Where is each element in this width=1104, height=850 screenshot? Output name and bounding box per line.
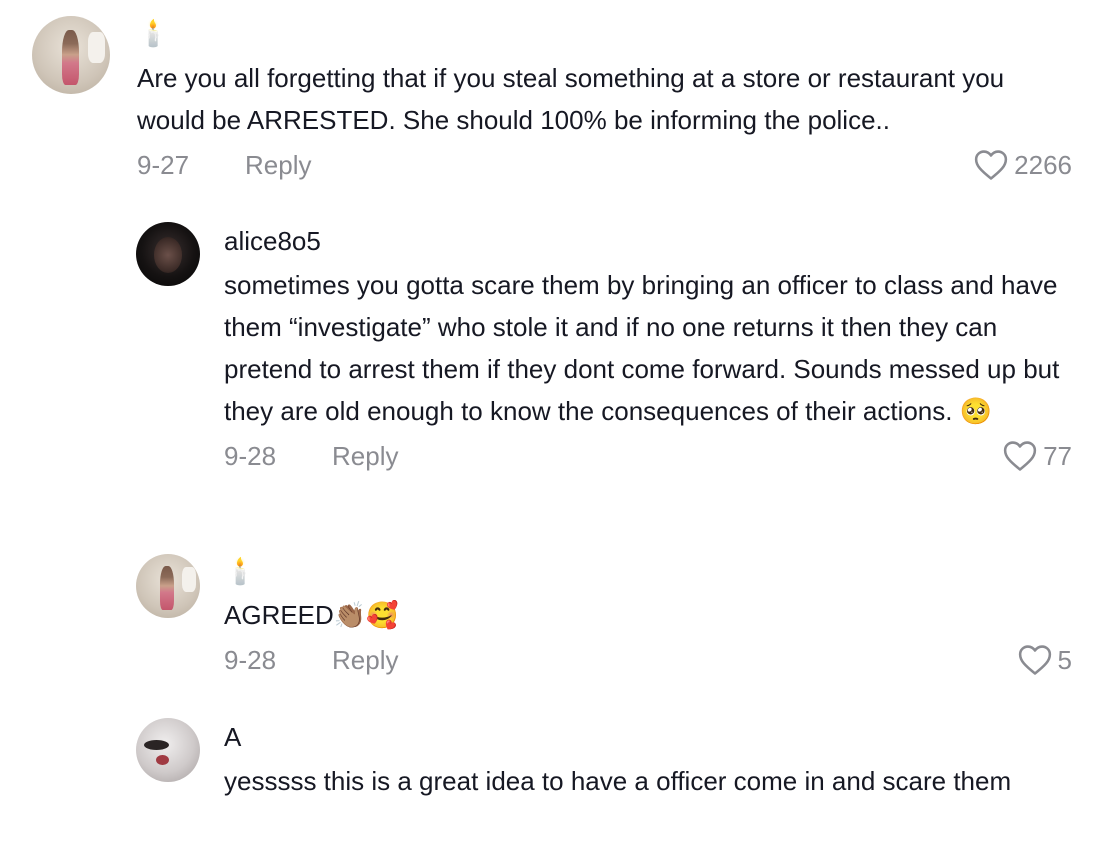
comment-meta: 9-27 Reply 2266 (137, 147, 1072, 183)
avatar-background (182, 566, 197, 593)
comment-3: 🕯️ AGREED👏🏽🥰 9-28 Reply 5 (136, 554, 1072, 678)
reply-button[interactable]: Reply (332, 441, 398, 472)
comment-1: 🕯️ Are you all forgetting that if you st… (32, 16, 1072, 183)
like-button[interactable]: 77 (1003, 440, 1072, 472)
username[interactable]: 🕯️ (137, 16, 1072, 50)
avatar-face (153, 237, 183, 274)
heart-outline-icon (975, 150, 1008, 180)
like-button[interactable]: 5 (1018, 644, 1072, 676)
avatar[interactable] (32, 16, 110, 94)
comment-text: AGREED👏🏽🥰 (224, 600, 399, 630)
comment-date: 9-28 (224, 644, 277, 675)
comment-text: Are you all forgetting that if you steal… (137, 63, 1005, 135)
avatar-eye (143, 739, 170, 750)
like-button[interactable]: 2266 (974, 149, 1072, 181)
heart-outline-icon (1018, 645, 1051, 675)
heart-outline-icon (1003, 441, 1037, 471)
comment-meta: 9-28 Reply 77 (224, 438, 1072, 474)
username[interactable]: alice8o5 (224, 224, 1072, 258)
avatar[interactable] (136, 554, 200, 618)
comment-date: 9-28 (224, 440, 277, 471)
username[interactable]: A (224, 720, 1072, 754)
comment-date: 9-27 (137, 149, 190, 180)
avatar[interactable] (136, 718, 200, 782)
username[interactable]: 🕯️ (224, 554, 1072, 588)
comment-4: A yesssss this is a great idea to have a… (136, 718, 1072, 802)
avatar-figure (61, 30, 79, 85)
comment-text: yesssss this is a great idea to have a o… (224, 766, 1012, 796)
reply-button[interactable]: Reply (332, 645, 398, 676)
like-count: 77 (1043, 440, 1072, 471)
like-count: 2266 (1014, 149, 1072, 180)
reply-button[interactable]: Reply (245, 150, 311, 181)
comment-2: alice8o5 sometimes you gotta scare them … (136, 222, 1072, 474)
avatar-background (88, 31, 106, 63)
like-count: 5 (1057, 644, 1072, 675)
comment-meta: 9-28 Reply 5 (224, 642, 1072, 678)
comment-text: sometimes you gotta scare them by bringi… (224, 270, 1060, 426)
avatar-mark (156, 755, 170, 766)
avatar-figure (160, 565, 175, 611)
avatar[interactable] (136, 222, 200, 286)
